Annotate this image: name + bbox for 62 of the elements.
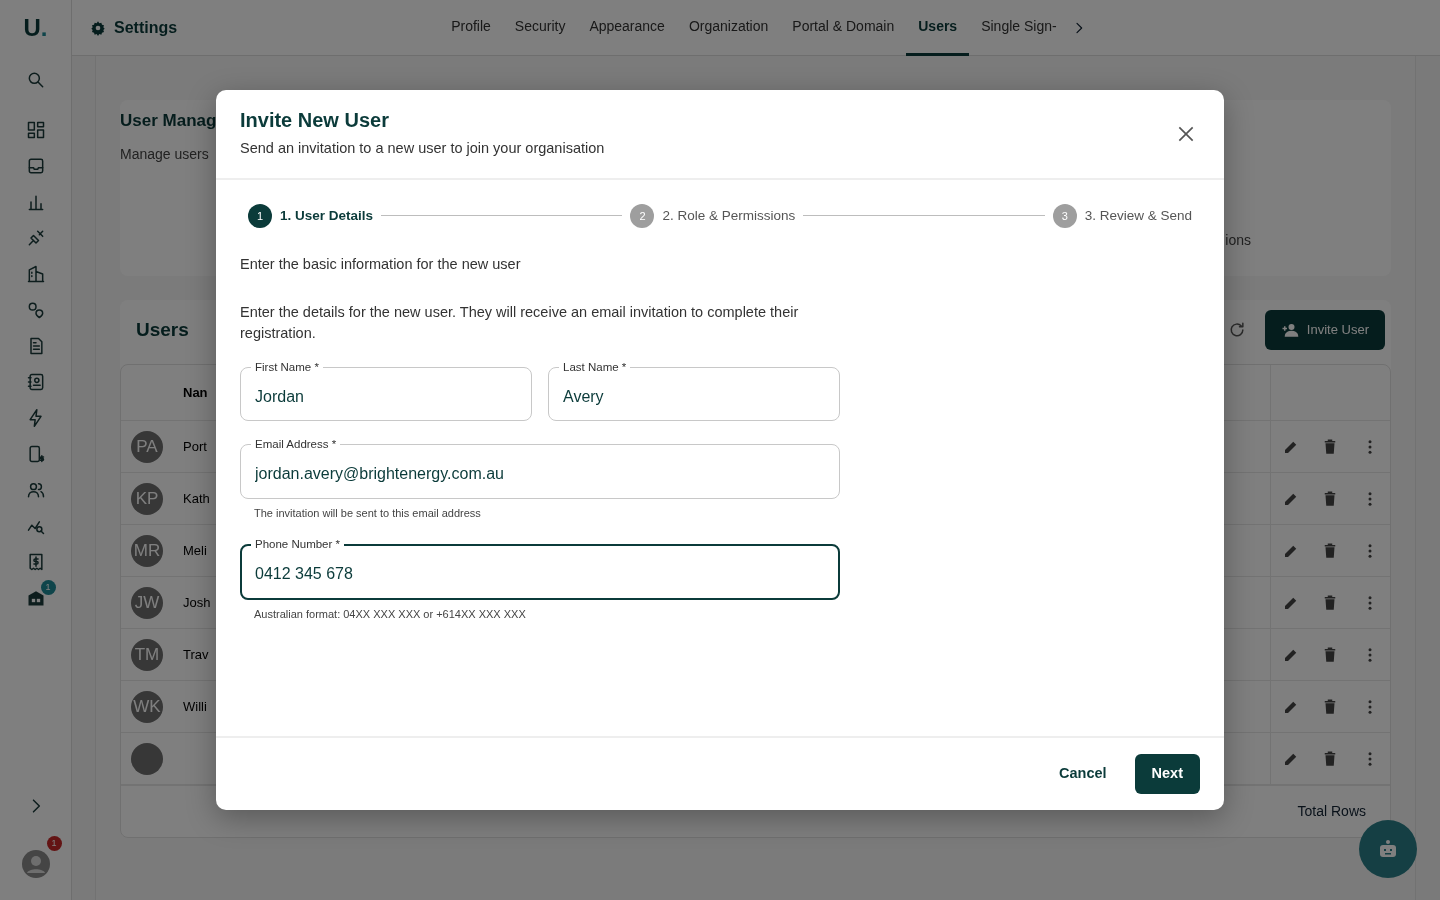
table-cell-text: Josh: [183, 593, 211, 612]
column-header: Nan: [183, 383, 208, 402]
description-text: Enter the details for the new user. They will receive an email invitation to complete their registration.: [240, 302, 800, 343]
total-rows-label: Total Rows: [1297, 802, 1366, 821]
text-field[interactable]: Phone Number * 0412 345 678: [240, 539, 840, 600]
text-field[interactable]: Last Name * Avery: [548, 361, 840, 421]
section-title: User Manag: [120, 110, 217, 132]
tab[interactable]: Appearance: [577, 0, 677, 56]
page-title: Settings: [114, 17, 178, 38]
dashboard-icon[interactable]: [25, 120, 46, 140]
contact-book-icon[interactable]: [25, 372, 46, 392]
tab[interactable]: Organization: [676, 0, 781, 56]
field-label: Phone Number *: [254, 539, 342, 551]
helper-text: Australian format: 04XX XXX XXX or +614XX XXX XXX: [253, 606, 527, 622]
step-number[interactable]: 1: [248, 203, 272, 228]
user-avatar: KP: [131, 482, 163, 515]
text-input[interactable]: 0412 345 678: [253, 550, 827, 598]
step-label[interactable]: 3. Review & Send: [1084, 205, 1192, 226]
table-cell-text: Trav: [183, 645, 209, 664]
intro-text: Enter the basic information for the new user: [240, 254, 522, 274]
table-cell-text: Willi: [183, 697, 207, 716]
cancel-button[interactable]: Cancel: [1047, 755, 1119, 793]
helper-text: The invitation will be sent to this email address: [253, 505, 482, 521]
notification-badge: 1: [40, 580, 56, 595]
section-subtitle: Manage users: [120, 144, 210, 164]
field-label: First Name *: [254, 361, 320, 373]
tab[interactable]: Single Sign-: [969, 0, 1069, 56]
tab[interactable]: Portal & Domain: [780, 0, 907, 56]
person-add-icon: [1280, 321, 1299, 339]
user-avatar: TM: [131, 638, 163, 671]
step-label[interactable]: 2. Role & Permissions: [662, 205, 796, 226]
notification-badge: 1: [46, 836, 62, 851]
text-input[interactable]: Jordan: [253, 373, 519, 420]
dialog-subtitle: Send an invitation to a new user to join your organisation: [240, 139, 605, 158]
user-avatar: WK: [131, 690, 163, 723]
next-button[interactable]: Next: [1134, 754, 1200, 794]
step-label[interactable]: 1. User Details: [280, 205, 374, 226]
text-field[interactable]: Email Address * jordan.avery@brightenergy.com.au: [240, 439, 840, 499]
close-icon: [1176, 124, 1196, 144]
user-avatar: [131, 742, 163, 775]
users-title: Users: [136, 317, 189, 342]
user-avatar: JW: [131, 586, 163, 619]
tab[interactable]: Profile: [439, 0, 503, 56]
field-label: Last Name *: [562, 361, 628, 373]
text-input[interactable]: Avery: [561, 373, 827, 420]
text-field[interactable]: First Name * Jordan: [240, 361, 532, 421]
text-input[interactable]: jordan.avery@brightenergy.com.au: [253, 450, 827, 498]
dialog-title: Invite New User: [240, 108, 390, 132]
user-avatar: PA: [131, 430, 163, 463]
user-avatar: MR: [131, 534, 163, 567]
table-cell-text: Port: [183, 437, 207, 456]
logo: U.: [23, 14, 48, 42]
building-icon[interactable]: [25, 264, 46, 284]
field-label: Email Address *: [254, 439, 338, 451]
tab[interactable]: Security: [502, 0, 578, 56]
table-cell-text: Kath: [183, 489, 210, 508]
user-avatar[interactable]: [21, 850, 50, 878]
table-cell-text: Meli: [183, 541, 207, 560]
gear-icon: [90, 19, 106, 36]
people-icon[interactable]: [25, 480, 46, 500]
description-text: ions: [1225, 231, 1251, 250]
invite-user-button[interactable]: Invite User: [1264, 310, 1385, 350]
